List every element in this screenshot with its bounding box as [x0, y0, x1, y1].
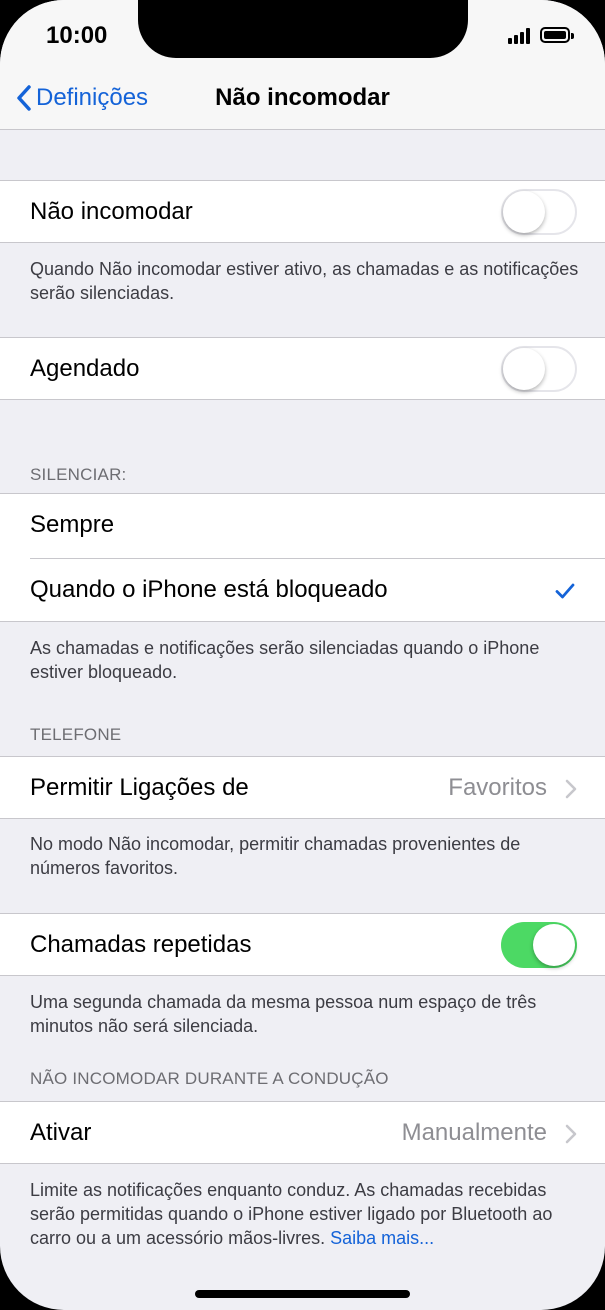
- allow-calls-footer: No modo Não incomodar, permitir chamadas…: [30, 834, 521, 878]
- repeated-calls-row: Chamadas repetidas: [0, 913, 605, 976]
- status-time: 10:00: [46, 22, 108, 49]
- silence-header: SILENCIAR:: [30, 465, 127, 484]
- dnd-label: Não incomodar: [30, 198, 193, 225]
- scheduled-label: Agendado: [30, 355, 140, 382]
- battery-icon: [540, 27, 574, 43]
- navigation-bar: 10:00 Definições Não incomodar: [0, 0, 605, 130]
- scheduled-row: Agendado: [0, 337, 605, 400]
- home-indicator[interactable]: [195, 1290, 410, 1298]
- silence-group: Sempre Quando o iPhone está bloqueado: [0, 493, 605, 622]
- repeated-calls-toggle[interactable]: [501, 922, 577, 968]
- activate-value: Manualmente: [401, 1119, 547, 1146]
- allow-calls-value: Favoritos: [448, 774, 547, 801]
- repeated-calls-label: Chamadas repetidas: [30, 931, 252, 958]
- option-label: Sempre: [30, 511, 115, 538]
- allow-calls-row[interactable]: Permitir Ligações de Favoritos: [0, 756, 605, 819]
- chevron-right-icon: [565, 1124, 577, 1144]
- toggle-knob: [503, 348, 545, 390]
- silence-option-always[interactable]: Sempre: [0, 494, 605, 558]
- silence-footer: As chamadas e notificações serão silenci…: [30, 638, 540, 682]
- driving-header: NÃO INCOMODAR DURANTE A CONDUÇÃO: [30, 1069, 389, 1088]
- screen: 10:00 Definições Não incomodar Não incom…: [0, 0, 605, 1310]
- phone-header: TELEFONE: [30, 725, 122, 744]
- dnd-row: Não incomodar: [0, 180, 605, 243]
- repeated-calls-footer: Uma segunda chamada da mesma pessoa num …: [30, 992, 537, 1036]
- dnd-footer: Quando Não incomodar estiver ativo, as c…: [30, 259, 579, 303]
- learn-more-link[interactable]: Saiba mais...: [330, 1228, 434, 1248]
- toggle-knob: [533, 924, 575, 966]
- driving-footer-text: Limite as notificações enquanto conduz. …: [30, 1180, 553, 1248]
- chevron-right-icon: [565, 779, 577, 799]
- silence-option-locked[interactable]: Quando o iPhone está bloqueado: [0, 559, 605, 622]
- option-label: Quando o iPhone está bloqueado: [30, 576, 388, 603]
- checkmark-icon: [555, 583, 575, 599]
- scheduled-toggle[interactable]: [501, 346, 577, 392]
- cellular-signal-icon: [508, 28, 534, 44]
- allow-calls-label: Permitir Ligações de: [30, 774, 249, 801]
- activate-row[interactable]: Ativar Manualmente: [0, 1101, 605, 1164]
- activate-label: Ativar: [30, 1119, 92, 1146]
- page-title: Não incomodar: [215, 84, 390, 111]
- toggle-knob: [503, 191, 545, 233]
- dnd-toggle[interactable]: [501, 189, 577, 235]
- notch: [138, 0, 468, 58]
- driving-footer: Limite as notificações enquanto conduz. …: [30, 1178, 580, 1250]
